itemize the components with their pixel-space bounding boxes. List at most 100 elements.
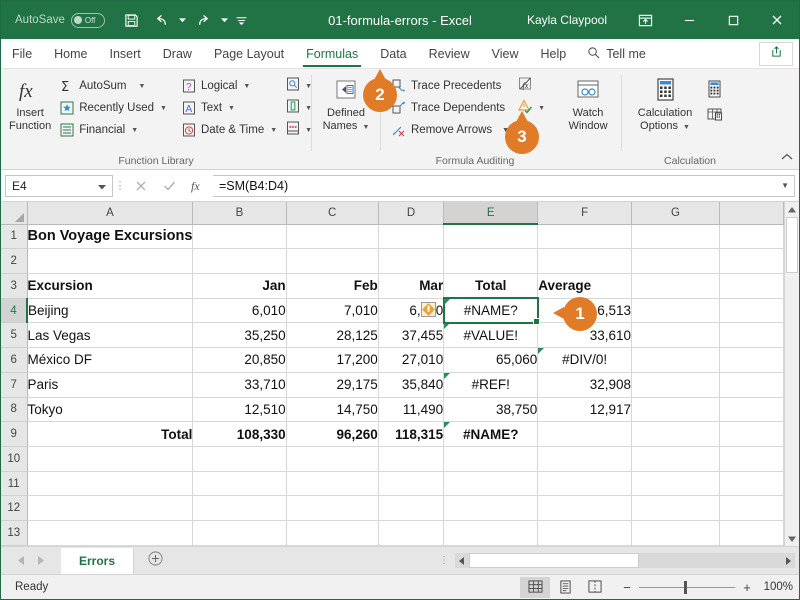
vertical-scrollbar-thumb[interactable] [786,217,798,273]
cell-7[interactable] [719,372,785,398]
close-icon[interactable] [755,1,799,39]
cell-C11[interactable] [286,471,379,497]
minimize-icon[interactable] [667,1,711,39]
text-button[interactable]: A Text ▼ [177,97,281,119]
column-header-F[interactable]: F [537,202,633,225]
row-header-11[interactable]: 11 [1,471,28,497]
cell-G7[interactable] [631,372,720,398]
cell-A12[interactable] [27,495,194,522]
tell-me-box[interactable]: Tell me [577,39,656,68]
cell-E3[interactable]: Total [443,273,539,299]
row-header-1[interactable]: 1 [1,224,28,250]
autosum-button[interactable]: Σ AutoSum ▼ [55,75,171,97]
row-header-8[interactable]: 8 [1,397,28,423]
cell-E11[interactable] [443,471,539,497]
chevron-down-icon[interactable]: ▼ [362,124,369,131]
cell-E12[interactable] [443,495,539,522]
cell-F13[interactable] [537,520,633,546]
error-warning-icon[interactable] [420,302,436,318]
column-header-D[interactable]: D [378,202,445,225]
chevron-down-icon[interactable]: ▼ [270,127,277,134]
cell-4[interactable] [719,298,785,324]
scroll-left-icon[interactable] [455,553,469,568]
save-icon[interactable] [117,5,147,35]
cell-G9[interactable] [631,421,720,447]
cell-G1[interactable] [631,224,720,250]
cell-13[interactable] [719,520,785,546]
cell-G11[interactable] [631,471,720,497]
cell-D6[interactable]: 27,010 [378,347,445,373]
cell-G3[interactable] [631,273,720,299]
chevron-down-icon[interactable]: ▼ [228,105,235,112]
name-box[interactable]: E4 [5,174,113,197]
cell-E10[interactable] [443,446,539,472]
cell-D10[interactable] [378,446,445,472]
cell-B11[interactable] [192,471,287,497]
cell-D8[interactable]: 11,490 [378,397,445,423]
row-header-3[interactable]: 3 [1,273,28,299]
tab-data[interactable]: Data [369,39,417,68]
row-header-10[interactable]: 10 [1,446,28,472]
autosave-switch[interactable]: Off [70,12,105,28]
scroll-right-icon[interactable] [781,553,795,568]
nav-prev-icon[interactable] [17,552,25,570]
vertical-scrollbar[interactable] [784,202,799,546]
more-functions-button[interactable]: ▼ [283,119,315,141]
horizontal-scrollbar-thumb[interactable] [469,553,639,568]
undo-dropdown-icon[interactable] [177,5,189,35]
cell-B5[interactable]: 35,250 [192,322,287,349]
cell-C13[interactable] [286,520,379,546]
tab-help[interactable]: Help [530,39,578,68]
cell-D2[interactable] [378,248,445,274]
zoom-slider-thumb[interactable] [684,580,687,594]
cell-E9[interactable]: #NAME? [443,421,539,447]
nav-next-icon[interactable] [37,552,45,570]
zoom-level-label[interactable]: 100% [759,581,793,593]
remove-arrows-button[interactable]: Remove Arrows ▼ [387,119,513,141]
cell-G8[interactable] [631,397,720,423]
cell-B6[interactable]: 20,850 [192,347,287,373]
page-layout-view-icon[interactable] [550,577,580,598]
cell-G6[interactable] [631,347,720,373]
cell-12[interactable] [719,495,785,522]
column-header-E[interactable]: E [443,202,539,225]
cell-B2[interactable] [192,248,287,274]
cell-D13[interactable] [378,520,445,546]
cell-A4[interactable]: Beijing [27,298,194,324]
cell-C5[interactable]: 28,125 [286,322,379,349]
column-header-B[interactable]: B [192,202,287,225]
cell-A11[interactable] [27,471,194,497]
column-header-G[interactable]: G [631,202,720,225]
trace-dependents-button[interactable]: Trace Dependents [387,97,513,119]
cell-A5[interactable]: Las Vegas [27,322,194,349]
cell-C8[interactable]: 14,750 [286,397,379,423]
calculate-now-button[interactable] [704,79,728,101]
cell-F2[interactable] [537,248,633,274]
cell-G13[interactable] [631,520,720,546]
cell-5[interactable] [719,322,785,349]
cell-F7[interactable]: 32,908 [537,372,633,398]
column-header-C[interactable]: C [286,202,379,225]
cell-E7[interactable]: #REF! [443,372,539,398]
cell-E13[interactable] [443,520,539,546]
cell-6[interactable] [719,347,785,373]
cell-E4[interactable]: #NAME? [442,297,540,325]
cell-D9[interactable]: 118,315 [378,421,445,447]
cell-C2[interactable] [286,248,379,274]
cell-E8[interactable]: 38,750 [443,397,539,423]
tab-formulas[interactable]: Formulas [295,39,369,68]
lookup-reference-button[interactable]: ▼ [283,75,315,97]
horizontal-scrollbar[interactable] [455,553,795,568]
cell-F9[interactable] [537,421,633,447]
chevron-down-icon[interactable]: ▼ [683,124,690,131]
redo-icon[interactable] [189,5,219,35]
enter-icon[interactable] [155,175,183,197]
cell-B4[interactable]: 6,010 [192,298,287,324]
cell-D1[interactable] [378,224,445,250]
tab-view[interactable]: View [481,39,530,68]
cell-A3[interactable]: Excursion [27,273,194,299]
tab-home[interactable]: Home [43,39,98,68]
cell-G5[interactable] [631,322,720,349]
cell-D11[interactable] [378,471,445,497]
cell-G4[interactable] [631,298,720,324]
